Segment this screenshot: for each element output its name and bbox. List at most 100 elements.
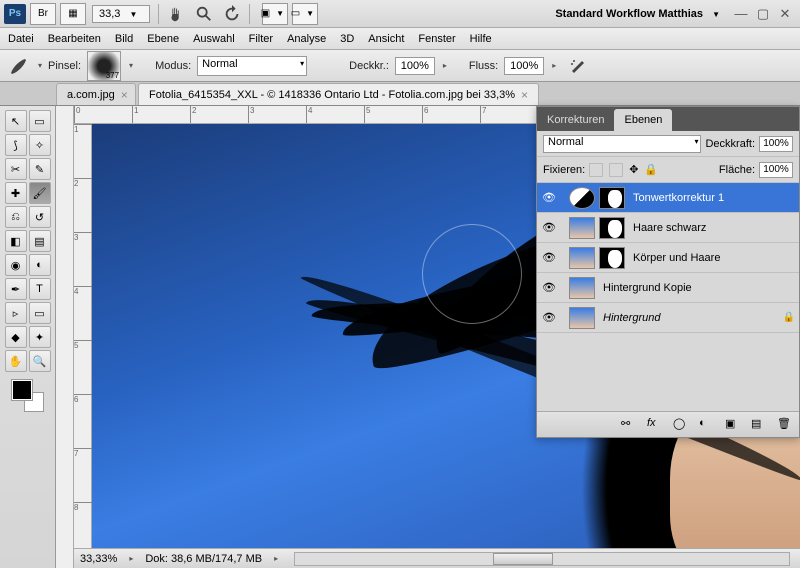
layer-mask-thumb[interactable] [599, 247, 625, 269]
lock-transparency-icon[interactable] [589, 163, 603, 177]
close-icon[interactable]: × [521, 88, 528, 102]
3d-tool[interactable]: ◆ [5, 326, 27, 348]
move-tool[interactable]: ↖ [5, 110, 27, 132]
3d-cam-tool[interactable]: ✦ [29, 326, 51, 348]
new-layer-icon[interactable]: ▤ [751, 417, 767, 433]
zoom-tool[interactable]: 🔍 [29, 350, 51, 372]
zoom-level-dropdown[interactable]: 33,3 ▼ [92, 5, 150, 23]
new-adjustment-icon[interactable]: ◐ [699, 417, 715, 433]
layer-fill-input[interactable]: 100% [759, 162, 793, 178]
zoom-icon[interactable] [195, 5, 213, 23]
layer-thumb[interactable] [569, 277, 595, 299]
maximize-button[interactable]: ▢ [752, 6, 774, 22]
eraser-tool[interactable]: ◧ [5, 230, 27, 252]
layer-row[interactable]: 👁Hintergrund🔒 [537, 303, 799, 333]
opacity-input[interactable]: 100% [395, 57, 435, 75]
foreground-color[interactable] [12, 380, 32, 400]
brush-preset-picker[interactable]: 377 [87, 51, 121, 81]
menu-filter[interactable]: Filter [249, 33, 273, 45]
screenmode-button[interactable]: ▭ ▼ [292, 3, 318, 25]
hand-tool[interactable]: ✋ [5, 350, 27, 372]
lasso-tool[interactable]: ⟆ [5, 134, 27, 156]
blend-mode-select[interactable]: Normal [197, 56, 307, 76]
layers-panel: Korrekturen Ebenen Normal Deckkraft: 100… [536, 106, 800, 438]
blur-tool[interactable]: ◉ [5, 254, 27, 276]
lock-pixels-icon[interactable] [609, 163, 623, 177]
layer-row[interactable]: 👁 Hintergrund Kopie [537, 273, 799, 303]
minibridge-button[interactable]: ▦ [60, 3, 86, 25]
dodge-tool[interactable]: ◐ [29, 254, 51, 276]
crop-tool[interactable]: ✂ [5, 158, 27, 180]
visibility-icon[interactable]: 👁 [541, 310, 557, 326]
menu-auswahl[interactable]: Auswahl [193, 33, 235, 45]
bridge-button[interactable]: Br [30, 3, 56, 25]
brush-tool[interactable]: 🖌 [29, 182, 51, 204]
document-tab-1[interactable]: a.com.jpg × [56, 83, 136, 105]
layer-thumb[interactable] [569, 247, 595, 269]
menu-ansicht[interactable]: Ansicht [368, 33, 404, 45]
layer-row[interactable]: 👁 Tonwertkorrektur 1 [537, 183, 799, 213]
doc-size-readout[interactable]: Dok: 38,6 MB/174,7 MB [145, 553, 262, 565]
marquee-tool[interactable]: ▭ [29, 110, 51, 132]
layer-blend-mode-select[interactable]: Normal [543, 135, 701, 153]
lock-label: Fixieren: [543, 164, 585, 176]
lock-all-icon[interactable]: 🔒 [644, 163, 658, 176]
hand-icon[interactable] [167, 5, 185, 23]
vertical-ruler[interactable]: 12345678 [74, 124, 92, 548]
flow-input[interactable]: 100% [504, 57, 544, 75]
delete-layer-icon[interactable]: 🗑 [777, 417, 793, 433]
layer-fx-icon[interactable]: fx [647, 417, 663, 433]
gradient-tool[interactable]: ▤ [29, 230, 51, 252]
link-layers-icon[interactable]: ⚯ [621, 417, 637, 433]
horizontal-scrollbar[interactable] [294, 552, 790, 566]
close-button[interactable]: ✕ [774, 6, 796, 22]
stamp-tool[interactable]: ⎌ [5, 206, 27, 228]
visibility-icon[interactable]: 👁 [541, 220, 557, 236]
minimize-button[interactable]: — [730, 6, 752, 21]
shape-tool[interactable]: ▭ [29, 302, 51, 324]
airbrush-icon[interactable] [568, 55, 590, 77]
tab-ebenen[interactable]: Ebenen [614, 109, 672, 131]
menu-3d[interactable]: 3D [340, 33, 354, 45]
layer-name[interactable]: Körper und Haare [629, 252, 795, 264]
visibility-icon[interactable]: 👁 [541, 280, 557, 296]
visibility-icon[interactable]: 👁 [541, 250, 557, 266]
layer-mask-thumb[interactable] [599, 217, 625, 239]
layer-row[interactable]: 👁 Haare schwarz [537, 213, 799, 243]
eyedropper-tool[interactable]: ✎ [29, 158, 51, 180]
layer-opacity-input[interactable]: 100% [759, 136, 793, 152]
layer-name[interactable]: Haare schwarz [629, 222, 795, 234]
menu-bearbeiten[interactable]: Bearbeiten [48, 33, 101, 45]
type-tool[interactable]: T [29, 278, 51, 300]
add-mask-icon[interactable]: ◯ [673, 417, 689, 433]
layer-row[interactable]: 👁 Körper und Haare [537, 243, 799, 273]
tab-korrekturen[interactable]: Korrekturen [537, 109, 614, 131]
new-group-icon[interactable]: ▣ [725, 417, 741, 433]
visibility-icon[interactable]: 👁 [541, 190, 557, 206]
layer-name[interactable]: Hintergrund Kopie [599, 282, 795, 294]
zoom-readout[interactable]: 33,33% [80, 553, 117, 565]
layer-name[interactable]: Hintergrund [599, 312, 779, 324]
lock-position-icon[interactable]: ✥ [629, 163, 638, 176]
layer-mask-thumb[interactable] [599, 187, 625, 209]
layer-name[interactable]: Tonwertkorrektur 1 [629, 192, 795, 204]
arrange-button[interactable]: ▣ ▼ [262, 3, 288, 25]
menu-datei[interactable]: Datei [8, 33, 34, 45]
rotate-icon[interactable] [223, 5, 241, 23]
menu-ebene[interactable]: Ebene [147, 33, 179, 45]
layer-thumb[interactable] [569, 307, 595, 329]
workspace-switcher[interactable]: Standard Workflow Matthias ▼ [551, 8, 730, 20]
close-icon[interactable]: × [121, 88, 128, 102]
layer-thumb[interactable] [569, 217, 595, 239]
menu-hilfe[interactable]: Hilfe [470, 33, 492, 45]
wand-tool[interactable]: ✧ [29, 134, 51, 156]
menu-bild[interactable]: Bild [115, 33, 133, 45]
menu-analyse[interactable]: Analyse [287, 33, 326, 45]
heal-tool[interactable]: ✚ [5, 182, 27, 204]
color-swatches[interactable] [12, 380, 44, 412]
pen-tool[interactable]: ✒ [5, 278, 27, 300]
document-tab-2[interactable]: Fotolia_6415354_XXL - © 1418336 Ontario … [138, 83, 539, 105]
history-brush-tool[interactable]: ↺ [29, 206, 51, 228]
menu-fenster[interactable]: Fenster [418, 33, 455, 45]
path-tool[interactable]: ▹ [5, 302, 27, 324]
